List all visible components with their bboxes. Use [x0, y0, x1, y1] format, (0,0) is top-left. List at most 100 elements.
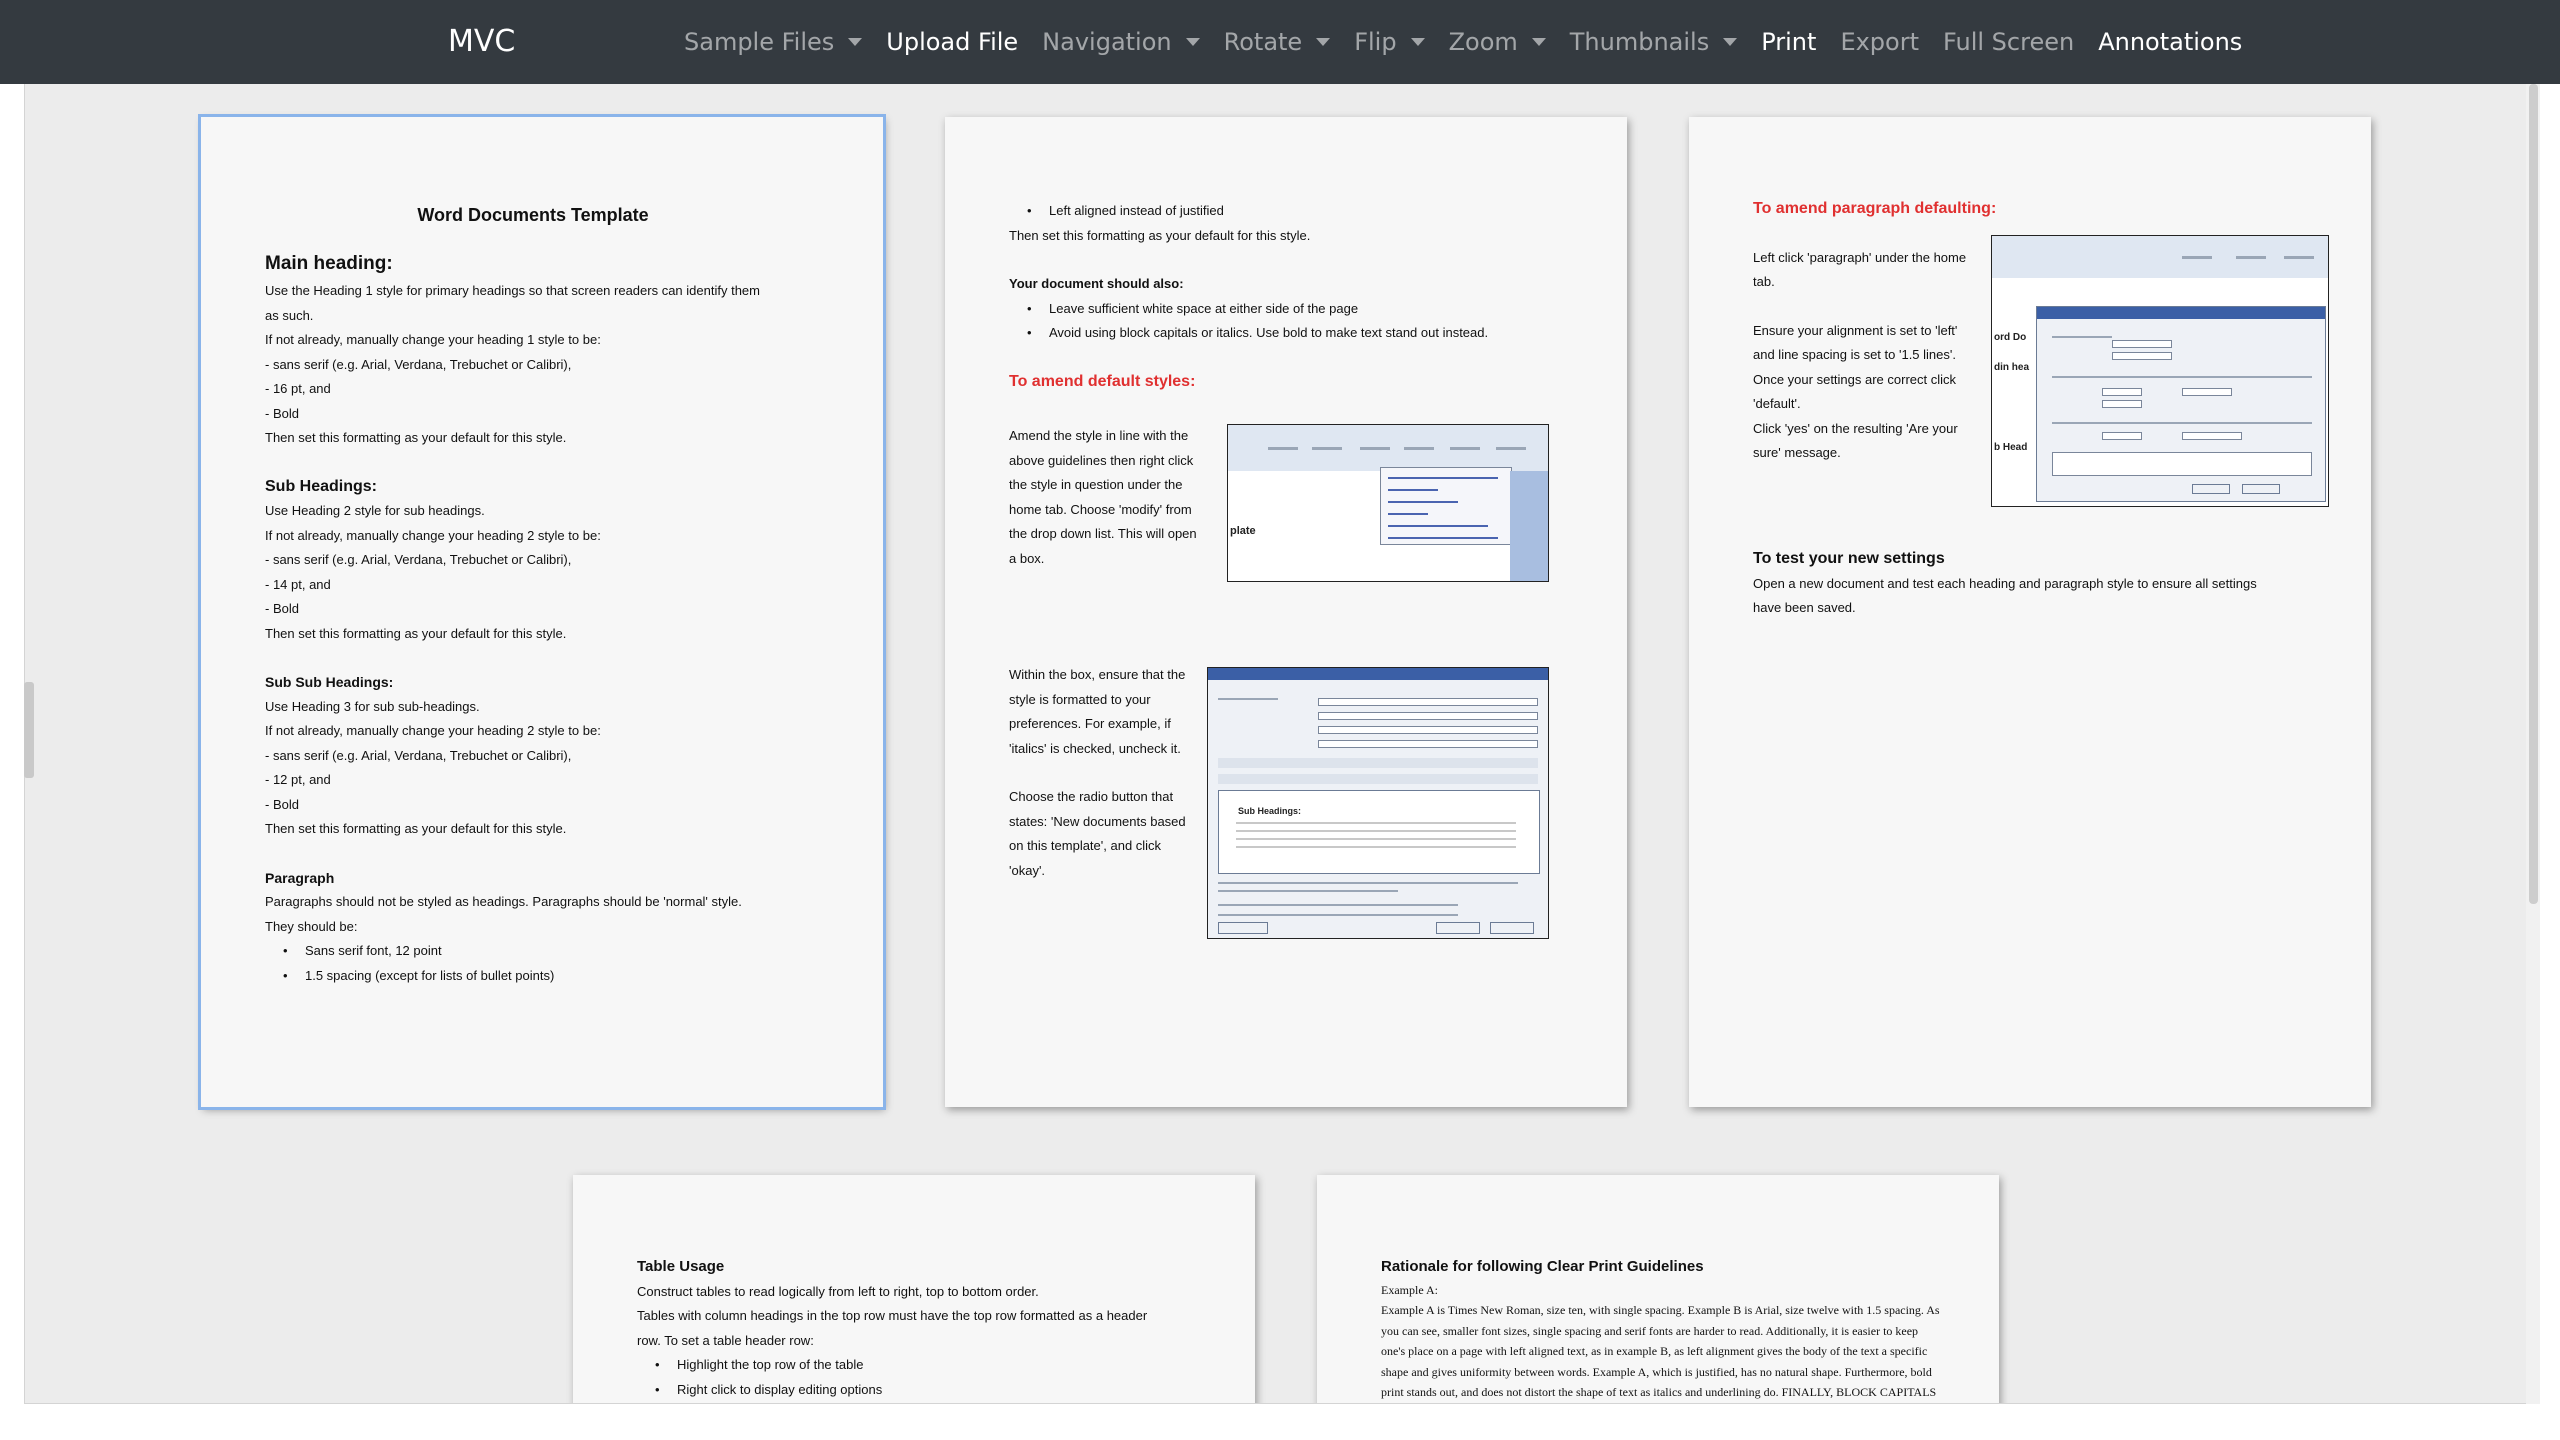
text-line: Tables with column headings in the top r… — [637, 1308, 1148, 1323]
text-line: If not already, manually change your hea… — [265, 332, 601, 347]
top-navbar: MVC Sample Files Upload File Navigation … — [0, 0, 2560, 84]
nav-annotations[interactable]: Annotations — [2086, 28, 2254, 56]
text-line: - sans serif (e.g. Arial, Verdana, Trebu… — [265, 747, 572, 763]
text-line: If not already, manually change your hea… — [265, 723, 601, 738]
within-instructions: Within the box, ensure that the style is… — [1009, 663, 1209, 883]
rationale-heading: Rationale for following Clear Print Guid… — [1381, 1258, 1704, 1275]
bullet-item: Leave sufficient white space at either s… — [1009, 297, 1569, 322]
nav-full-screen-label: Full Screen — [1943, 28, 2075, 56]
text-line: one's place on a page with left aligned … — [1381, 1344, 1928, 1358]
text-line: Use Heading 3 for sub sub-headings. — [265, 698, 480, 714]
text-line: Once your settings are correct click — [1753, 371, 1957, 387]
example-label: Example A: — [1381, 1282, 1438, 1297]
paragraph-dialog-screenshot: ord Do din hea b Head — [1991, 235, 2329, 507]
bullet-item: Right click to display editing options — [637, 1378, 1217, 1403]
text-line: on this template', and click — [1009, 838, 1162, 853]
nav-menu: Sample Files Upload File Navigation Rota… — [672, 0, 2254, 84]
nav-upload-file[interactable]: Upload File — [874, 28, 1030, 56]
bullet-item: Avoid using block capitals or italics. U… — [1009, 321, 1569, 346]
preview-heading: Sub Headings: — [1238, 806, 1302, 816]
nav-flip-label: Flip — [1354, 28, 1397, 56]
page-title: Word Documents Template — [417, 205, 649, 225]
amend-paragraph-heading: To amend paragraph defaulting: — [1753, 200, 1997, 217]
text-line: Click 'yes' on the resulting 'Are your — [1753, 420, 1958, 436]
text-line: Then set this formatting as your default… — [1009, 227, 1311, 243]
text-line: They should be: — [265, 918, 358, 934]
page-5-content: Rationale for following Clear Print Guid… — [1381, 1255, 1961, 1403]
text-line: preferences. For example, if — [1009, 716, 1171, 731]
document-page-5[interactable]: Rationale for following Clear Print Guid… — [1317, 1175, 1999, 1403]
text-line: Then set this formatting as your default… — [265, 821, 567, 836]
nav-zoom[interactable]: Zoom — [1437, 28, 1558, 56]
scrollbar-thumb[interactable] — [2529, 84, 2538, 904]
text-line: Use Heading 2 style for sub headings. — [265, 503, 485, 518]
nav-navigation-label: Navigation — [1042, 28, 1172, 56]
text-line: - sans serif (e.g. Arial, Verdana, Trebu… — [265, 356, 572, 372]
nav-export[interactable]: Export — [1828, 28, 1931, 56]
document-page-1[interactable]: Word Documents Template Main heading: Us… — [201, 117, 883, 1107]
text-line: Ensure your alignment is set to 'left' — [1753, 322, 1958, 338]
nav-full-screen[interactable]: Full Screen — [1931, 28, 2086, 56]
page-4-content: Table Usage Construct tables to read log… — [637, 1255, 1217, 1402]
page-2-content: Left aligned instead of justified Then s… — [1009, 199, 1569, 394]
text-line: 'okay'. — [1009, 862, 1046, 878]
text-line: - Bold — [265, 796, 299, 812]
text-line: - 12 pt, and — [265, 772, 331, 787]
text-line: tab. — [1753, 274, 1775, 289]
text-line: Construct tables to read logically from … — [637, 1283, 1039, 1299]
modify-style-dialog-screenshot: Sub Headings: — [1207, 667, 1549, 939]
text-line: the style in question under the — [1009, 477, 1183, 492]
text-line: as such. — [265, 307, 314, 323]
text-line: have been saved. — [1753, 600, 1856, 615]
text-line: - 16 pt, and — [265, 381, 331, 396]
document-page-3[interactable]: To amend paragraph defaulting: Left clic… — [1689, 117, 2371, 1107]
amend-styles-heading: To amend default styles: — [1009, 372, 1196, 390]
chevron-down-icon — [848, 38, 863, 46]
text-line: If not already, manually change your hea… — [265, 527, 601, 543]
text-line: Then set this formatting as your default… — [265, 625, 567, 641]
styles-gallery-screenshot: plate — [1227, 424, 1549, 582]
text-line: home tab. Choose 'modify' from — [1009, 501, 1192, 517]
page-3-content: To amend paragraph defaulting: Left clic… — [1753, 197, 1997, 466]
text-line: Left click 'paragraph' under the home — [1753, 249, 1967, 265]
text-line: 'default'. — [1753, 396, 1801, 411]
nav-upload-file-label: Upload File — [886, 28, 1019, 56]
nav-rotate-label: Rotate — [1223, 28, 1303, 56]
text-line: Choose the radio button that — [1009, 789, 1174, 804]
text-line: above guidelines then right click — [1009, 452, 1194, 468]
nav-print[interactable]: Print — [1749, 28, 1828, 56]
nav-sample-files-label: Sample Files — [684, 28, 835, 56]
amend-instructions: Amend the style in line with the above g… — [1009, 424, 1219, 571]
chevron-down-icon — [1316, 38, 1331, 46]
text-line: a box. — [1009, 550, 1045, 566]
also-heading: Your document should also: — [1009, 276, 1184, 291]
test-settings-heading: To test your new settings — [1753, 550, 1945, 567]
sub-sub-heading: Sub Sub Headings: — [265, 674, 394, 690]
nav-flip[interactable]: Flip — [1342, 28, 1436, 56]
nav-navigation[interactable]: Navigation — [1030, 28, 1211, 56]
text-line: shape and gives uniformity between words… — [1381, 1364, 1932, 1379]
nav-thumbnails[interactable]: Thumbnails — [1558, 28, 1749, 56]
nav-sample-files[interactable]: Sample Files — [672, 28, 874, 56]
document-page-2[interactable]: Left aligned instead of justified Then s… — [945, 117, 1627, 1107]
nav-rotate[interactable]: Rotate — [1212, 28, 1343, 56]
document-page-4[interactable]: Table Usage Construct tables to read log… — [573, 1175, 1255, 1403]
chevron-down-icon — [1723, 38, 1738, 46]
document-viewer[interactable]: Word Documents Template Main heading: Us… — [24, 84, 2530, 1404]
text-line: Within the box, ensure that the — [1009, 667, 1186, 682]
text-line: states: 'New documents based — [1009, 813, 1186, 829]
text-line: Paragraphs should not be styled as headi… — [265, 894, 742, 909]
text-line: sure' message. — [1753, 445, 1841, 460]
text-line: the drop down list. This will open — [1009, 526, 1197, 541]
nav-thumbnails-label: Thumbnails — [1569, 28, 1710, 56]
paragraph-heading: Paragraph — [265, 869, 335, 886]
text-line: style is formatted to your — [1009, 691, 1151, 707]
nav-export-label: Export — [1840, 28, 1919, 56]
brand-logo[interactable]: MVC — [448, 0, 515, 84]
sidebar-resize-handle[interactable] — [24, 682, 34, 778]
text-line: you can see, smaller font sizes, single … — [1381, 1323, 1919, 1338]
bullet-item: Highlight the top row of the table — [637, 1353, 1217, 1378]
nav-print-label: Print — [1761, 28, 1817, 56]
sub-heading: Sub Headings: — [265, 477, 378, 495]
page-1-content: Word Documents Template Main heading: Us… — [265, 201, 825, 988]
